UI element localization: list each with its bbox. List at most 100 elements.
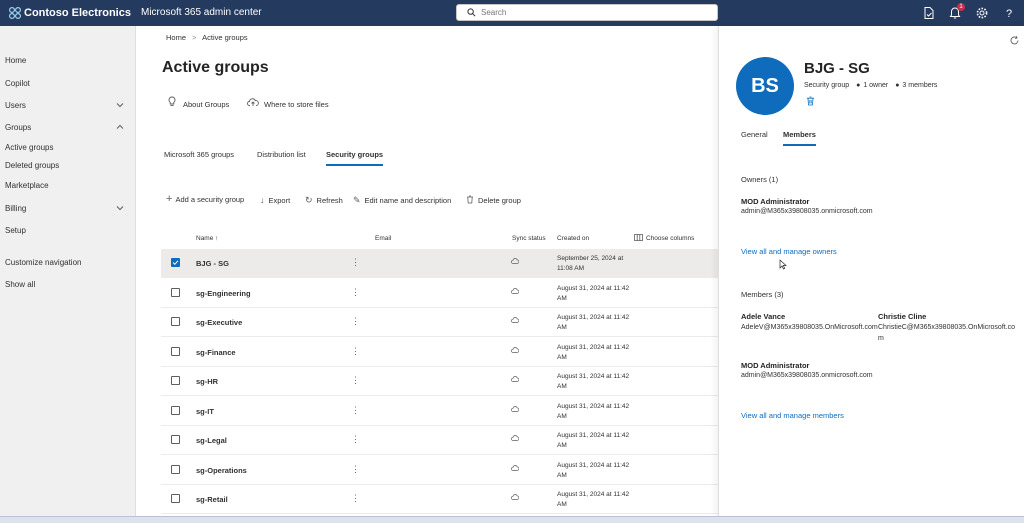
tab-distribution-list[interactable]: Distribution list <box>257 150 306 159</box>
nav-item-customize-navigation[interactable]: Customize navigation <box>5 258 81 267</box>
chevron-down-icon[interactable] <box>116 101 124 109</box>
where-to-store-files-link[interactable]: Where to store files <box>264 100 329 109</box>
created-on: August 31, 2024 at 11:42 AM <box>557 462 630 479</box>
group-name[interactable]: sg-Finance <box>196 348 236 357</box>
nav-item-show-all[interactable]: Show all <box>5 280 35 289</box>
add-security-group-button[interactable]: + Add a security group <box>166 193 244 205</box>
add-icon: + <box>166 193 173 205</box>
table-row[interactable]: sg-Retail ⋮ August 31, 2024 at 11:42 AM <box>161 485 726 514</box>
nav-item-deleted-groups[interactable]: Deleted groups <box>5 161 59 170</box>
delete-group-button[interactable]: Delete group <box>466 195 521 205</box>
nav-item-users[interactable]: Users <box>5 101 26 110</box>
panel-group-name: BJG - SG <box>804 60 870 77</box>
panel-tab-members[interactable]: Members <box>783 130 816 146</box>
more-actions-icon[interactable]: ⋮ <box>351 316 360 327</box>
column-name-label: Name <box>196 235 214 242</box>
more-actions-icon[interactable]: ⋮ <box>351 464 360 475</box>
breadcrumb-home[interactable]: Home <box>166 33 186 42</box>
refresh-panel-icon[interactable] <box>1009 35 1020 46</box>
table-row[interactable]: BJG - SG ⋮ September 25, 2024 at 11:08 A… <box>161 249 726 278</box>
cloud-sync-icon <box>511 258 519 264</box>
row-checkbox[interactable] <box>171 406 180 415</box>
table-row[interactable]: sg-Finance ⋮ August 31, 2024 at 11:42 AM <box>161 338 726 367</box>
row-checkbox[interactable] <box>171 347 180 356</box>
nav-item-marketplace[interactable]: Marketplace <box>5 181 49 190</box>
svg-text:?: ? <box>1006 8 1012 20</box>
created-on: August 31, 2024 at 11:42 AM <box>557 491 630 508</box>
help-icon[interactable]: ? <box>1002 6 1016 20</box>
export-label: Export <box>268 196 291 205</box>
search-box[interactable] <box>456 4 718 21</box>
tab-microsoft-365-groups[interactable]: Microsoft 365 groups <box>164 150 234 159</box>
panel-tab-general[interactable]: General <box>741 130 768 139</box>
column-header-created-on[interactable]: Created on <box>557 235 589 242</box>
row-checkbox[interactable] <box>171 288 180 297</box>
group-name[interactable]: sg-Legal <box>196 436 227 445</box>
more-actions-icon[interactable]: ⋮ <box>351 287 360 298</box>
owners-heading: Owners (1) <box>741 175 779 184</box>
nav-item-home[interactable]: Home <box>5 56 26 65</box>
group-name[interactable]: sg-HR <box>196 377 218 386</box>
sort-ascending-icon: ↑ <box>215 235 219 242</box>
app-name[interactable]: Microsoft 365 admin center <box>141 7 262 18</box>
column-header-name[interactable]: Name ↑ <box>196 235 218 242</box>
about-groups-link[interactable]: About Groups <box>183 100 229 109</box>
table-row[interactable]: sg-Operations ⋮ August 31, 2024 at 11:42… <box>161 456 726 485</box>
more-actions-icon[interactable]: ⋮ <box>351 434 360 445</box>
table-row[interactable]: sg-Legal ⋮ August 31, 2024 at 11:42 AM <box>161 426 726 455</box>
group-name[interactable]: sg-Retail <box>196 495 228 504</box>
delete-group-icon[interactable] <box>806 96 815 106</box>
row-checkbox[interactable] <box>171 494 180 503</box>
search-input[interactable] <box>481 6 711 19</box>
group-name[interactable]: sg-Executive <box>196 318 242 327</box>
table-row[interactable]: sg-Engineering ⋮ August 31, 2024 at 11:4… <box>161 279 726 308</box>
document-icon[interactable] <box>922 6 936 20</box>
more-actions-icon[interactable]: ⋮ <box>351 346 360 357</box>
view-manage-members-link[interactable]: View all and manage members <box>741 411 844 420</box>
brand-name[interactable]: Contoso Electronics <box>24 7 131 19</box>
owners-count: 1 owner <box>863 82 889 89</box>
table-row[interactable]: sg-IT ⋮ August 31, 2024 at 11:42 AM <box>161 397 726 426</box>
group-name[interactable]: sg-Engineering <box>196 289 251 298</box>
nav-item-copilot[interactable]: Copilot <box>5 79 30 88</box>
settings-gear-icon[interactable] <box>975 6 989 20</box>
group-name[interactable]: BJG - SG <box>196 259 229 268</box>
table-row[interactable]: sg-Executive ⋮ August 31, 2024 at 11:42 … <box>161 308 726 337</box>
row-checkbox[interactable] <box>171 317 180 326</box>
member-name: Christie Cline <box>878 312 927 321</box>
row-checkbox[interactable] <box>171 376 180 385</box>
chevron-down-icon[interactable] <box>116 204 124 212</box>
edit-name-description-button[interactable]: ✎ Edit name and description <box>353 195 451 206</box>
row-checkbox[interactable] <box>171 258 180 267</box>
nav-item-groups[interactable]: Groups <box>5 123 31 132</box>
chevron-up-icon[interactable] <box>116 123 124 131</box>
tab-security-groups[interactable]: Security groups <box>326 150 384 166</box>
choose-columns-button[interactable]: Choose columns <box>634 234 694 242</box>
member-email: AdeleV@M365x39808035.OnMicrosoft.com <box>741 324 878 331</box>
pencil-icon: ✎ <box>353 195 361 205</box>
table-row[interactable]: sg-HR ⋮ August 31, 2024 at 11:42 AM <box>161 367 726 396</box>
export-button[interactable]: ↓ Export <box>260 195 290 205</box>
view-manage-owners-link[interactable]: View all and manage owners <box>741 247 837 256</box>
more-actions-icon[interactable]: ⋮ <box>351 257 360 268</box>
row-checkbox[interactable] <box>171 435 180 444</box>
group-name[interactable]: sg-IT <box>196 407 214 416</box>
search-icon <box>467 8 476 17</box>
delete-group-label: Delete group <box>478 196 521 205</box>
more-actions-icon[interactable]: ⋮ <box>351 405 360 416</box>
lightbulb-icon <box>168 96 176 106</box>
refresh-button[interactable]: ↻ Refresh <box>305 195 343 206</box>
more-actions-icon[interactable]: ⋮ <box>351 375 360 386</box>
more-actions-icon[interactable]: ⋮ <box>351 493 360 504</box>
breadcrumb-current: Active groups <box>202 33 248 42</box>
column-header-email[interactable]: Email <box>375 235 391 242</box>
members-heading: Members (3) <box>741 290 784 299</box>
nav-item-setup[interactable]: Setup <box>5 226 26 235</box>
trash-icon <box>467 195 473 204</box>
group-name[interactable]: sg-Operations <box>196 466 247 475</box>
nav-item-billing[interactable]: Billing <box>5 204 26 213</box>
download-icon: ↓ <box>260 195 265 205</box>
row-checkbox[interactable] <box>171 465 180 474</box>
column-header-sync-status[interactable]: Sync status <box>512 235 546 242</box>
nav-item-active-groups[interactable]: Active groups <box>5 143 53 152</box>
